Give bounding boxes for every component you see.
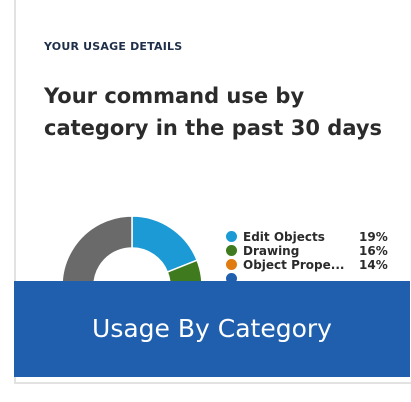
legend-dot-icon [226,245,237,256]
banner-title: Usage By Category [92,314,332,343]
legend-item-object-properties: Object Prope... 14% [226,258,411,272]
legend-item-edit-objects: Edit Objects 19% [226,230,411,244]
legend-item-drawing: Drawing 16% [226,244,411,258]
legend-dot-icon [226,231,237,242]
legend-label: Edit Objects [243,230,325,244]
legend-label: Object Prope... [243,258,345,272]
category-legend: Edit Objects 19% Drawing 16% Object Prop… [226,230,411,286]
legend-percent: 14% [359,258,388,272]
legend-dot-icon [226,259,237,270]
section-eyebrow: YOUR USAGE DETAILS [44,40,183,53]
legend-percent: 19% [359,230,388,244]
category-banner[interactable]: Usage By Category [14,281,410,377]
card-headline: Your command use by category in the past… [44,84,383,140]
legend-percent: 16% [359,244,388,258]
legend-label: Drawing [243,244,300,258]
